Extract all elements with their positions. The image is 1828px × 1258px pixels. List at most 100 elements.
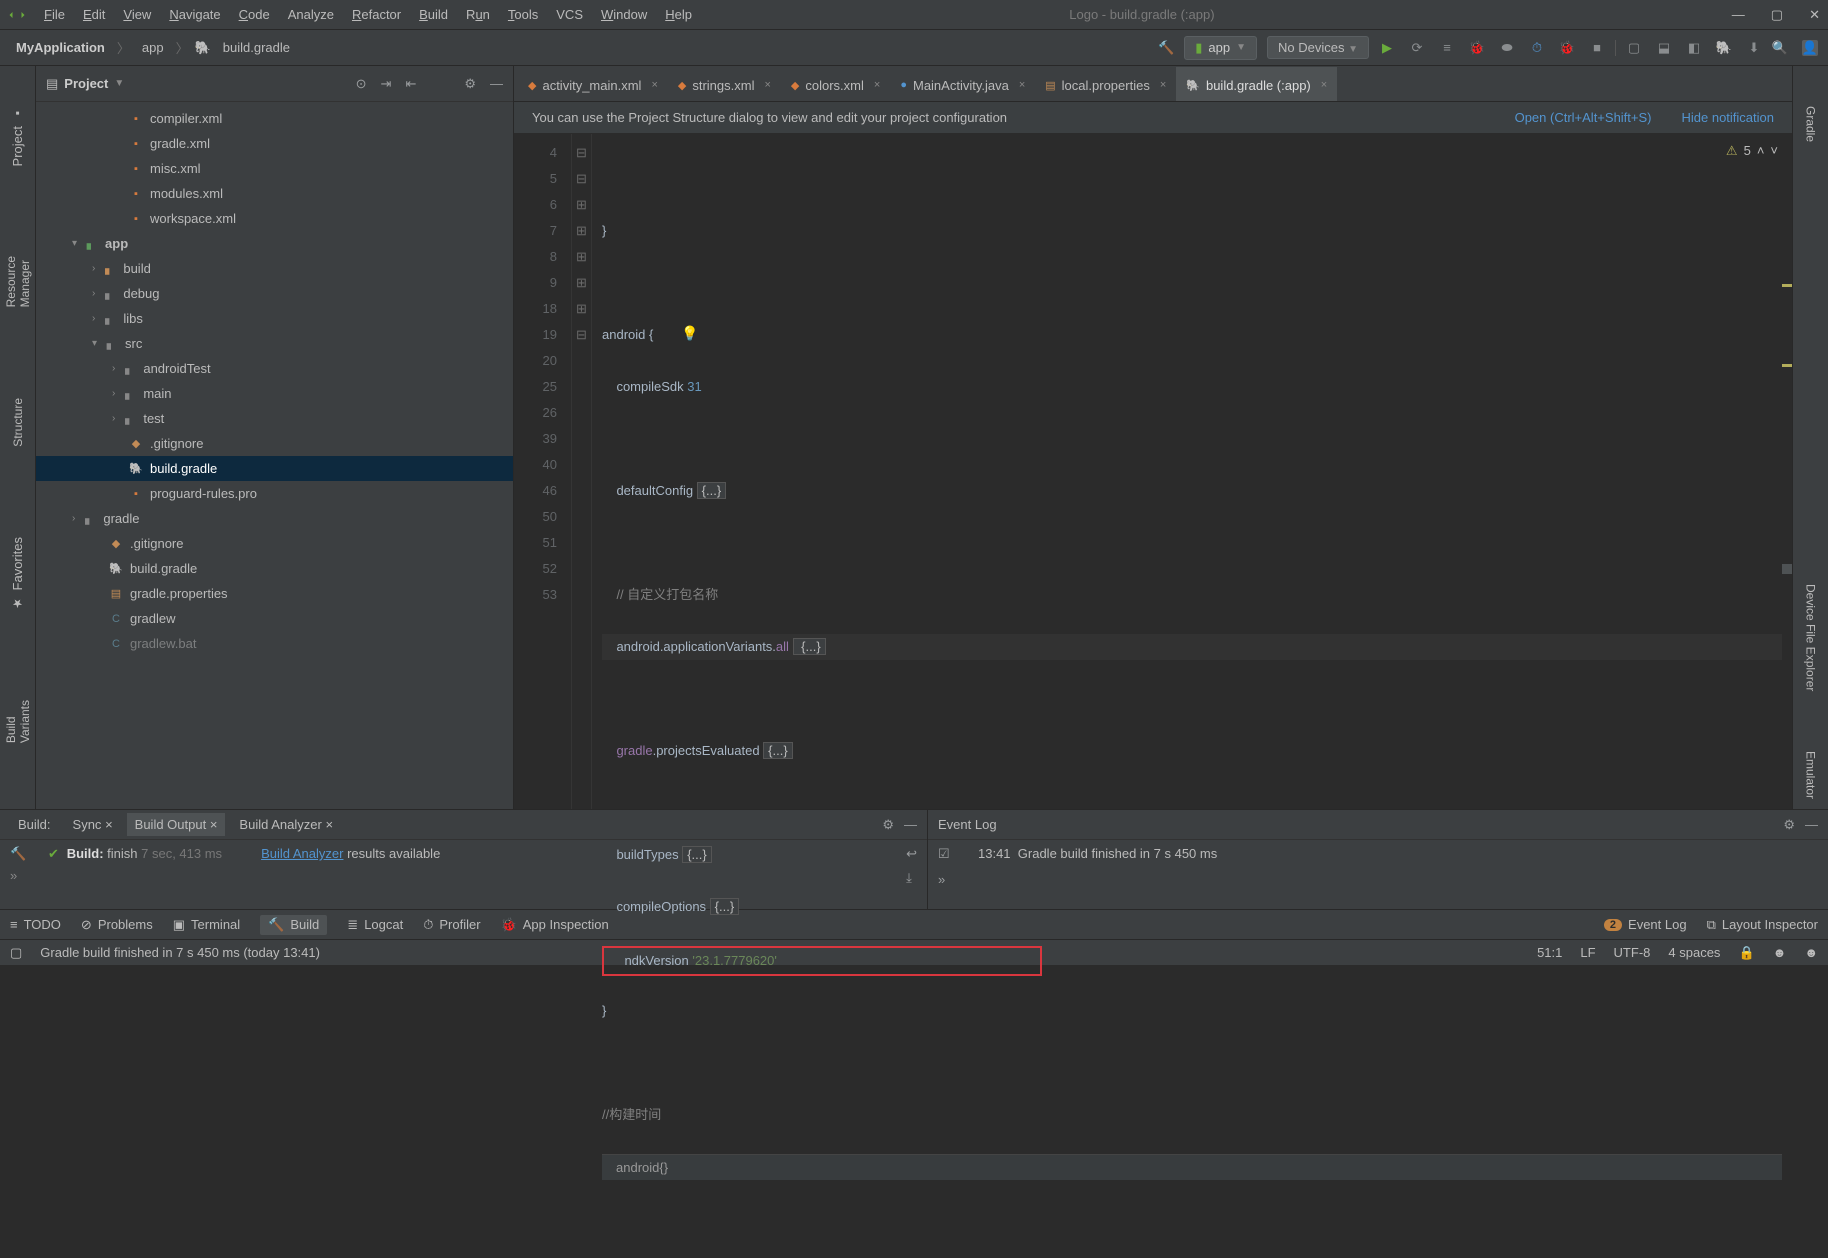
build-tab-analyzer[interactable]: Build Analyzer × <box>231 813 341 836</box>
crumb-project[interactable]: MyApplication <box>10 38 111 57</box>
close-icon[interactable]: × <box>651 79 657 91</box>
search-everywhere-icon[interactable]: 🔍 <box>1772 40 1788 56</box>
tab-logcat[interactable]: ≣ Logcat <box>347 917 403 933</box>
close-icon[interactable]: × <box>325 817 333 832</box>
close-icon[interactable]: × <box>764 79 770 91</box>
build-analyzer-link[interactable]: Build Analyzer <box>261 846 343 861</box>
menu-file[interactable]: File <box>44 7 65 22</box>
open-project-structure-link[interactable]: Open (Ctrl+Alt+Shift+S) <box>1515 110 1652 125</box>
project-tree[interactable]: ▪compiler.xml▪gradle.xml▪misc.xml▪module… <box>36 102 513 809</box>
tree-arrow-icon[interactable]: › <box>112 388 115 399</box>
close-icon[interactable]: × <box>874 79 880 91</box>
hide-notification-link[interactable]: Hide notification <box>1682 110 1775 125</box>
device-selector[interactable]: No Devices ▼ <box>1267 36 1369 59</box>
avd-manager-icon[interactable]: ▢ <box>1626 40 1642 56</box>
expand-icon[interactable]: ⇤ <box>405 76 416 92</box>
editor-tab[interactable]: ▤local.properties× <box>1035 67 1176 101</box>
build-tab-sync[interactable]: Sync × <box>65 813 121 836</box>
tab-problems[interactable]: ⊘ Problems <box>81 917 153 933</box>
code-editor[interactable]: ⚠ 5 ˄ ˅ 💡 } android { compileSdk 31 defa… <box>592 134 1792 809</box>
tree-row[interactable]: ▪gradle.xml <box>36 131 513 156</box>
chevron-up-icon[interactable]: ˄ <box>1757 138 1765 164</box>
tree-row[interactable]: ›▖main <box>36 381 513 406</box>
tree-row[interactable]: ◆.gitignore <box>36 431 513 456</box>
tab-resource-manager[interactable]: Resource Manager <box>4 256 32 307</box>
close-icon[interactable]: × <box>1019 79 1025 91</box>
line-number-gutter[interactable]: 456789181920252639404650515253 <box>514 134 572 809</box>
tree-row[interactable]: ◆.gitignore <box>36 531 513 556</box>
more-icon[interactable]: » <box>10 868 48 883</box>
tree-row[interactable]: Cgradlew <box>36 606 513 631</box>
window-minimize[interactable]: — <box>1732 7 1745 22</box>
tree-row[interactable]: 🐘build.gradle <box>36 556 513 581</box>
tree-row[interactable]: ▪misc.xml <box>36 156 513 181</box>
apply-changes-icon[interactable]: ⟳ <box>1409 40 1425 56</box>
editor-tab[interactable]: ◆activity_main.xml× <box>518 67 668 101</box>
face-icon[interactable]: ☻ <box>1804 945 1818 960</box>
tree-row[interactable]: ›▖libs <box>36 306 513 331</box>
window-maximize[interactable]: ▢ <box>1771 7 1783 23</box>
tree-arrow-icon[interactable]: ▾ <box>72 238 77 249</box>
tree-arrow-icon[interactable]: › <box>112 363 115 374</box>
menu-run[interactable]: Run <box>466 7 490 22</box>
tree-row[interactable]: Cgradlew.bat <box>36 631 513 656</box>
tree-row[interactable]: ›▖androidTest <box>36 356 513 381</box>
tab-emulator[interactable]: Emulator <box>1804 751 1818 799</box>
fold-gutter[interactable]: ⊟⊟⊞⊞⊞⊞⊞⊟ <box>572 134 592 809</box>
tab-favorites[interactable]: ★ Favorites <box>10 537 25 610</box>
menu-navigate[interactable]: Navigate <box>169 7 220 22</box>
sync-project-icon[interactable]: 🐘 <box>1716 40 1732 56</box>
hide-panel-icon[interactable]: — <box>490 76 503 92</box>
build-tab-output[interactable]: Build Output × <box>127 813 226 836</box>
tree-row[interactable]: ▪compiler.xml <box>36 106 513 131</box>
tab-todo[interactable]: ≡ TODO <box>10 917 61 932</box>
gear-icon[interactable]: ⚙ <box>1783 817 1795 833</box>
tree-arrow-icon[interactable]: › <box>72 513 75 524</box>
apply-code-icon[interactable]: ≡ <box>1439 40 1455 56</box>
tree-arrow-icon[interactable]: › <box>92 288 95 299</box>
window-close[interactable]: ✕ <box>1809 7 1820 23</box>
tab-structure[interactable]: Structure <box>11 398 25 447</box>
tree-arrow-icon[interactable]: › <box>112 413 115 424</box>
user-icon[interactable]: 👤 <box>1802 40 1818 56</box>
menu-tools[interactable]: Tools <box>508 7 538 22</box>
tree-row[interactable]: ›▖test <box>36 406 513 431</box>
tree-arrow-icon[interactable]: ▾ <box>92 338 97 349</box>
project-view-title[interactable]: Project <box>64 76 108 91</box>
menu-analyze[interactable]: Analyze <box>288 7 334 22</box>
hammer-icon[interactable]: 🔨 <box>1158 40 1174 56</box>
intention-bulb-icon[interactable]: 💡 <box>681 320 698 346</box>
error-stripe[interactable] <box>1782 134 1792 809</box>
settings-icon[interactable]: ⚙ <box>464 76 476 92</box>
tree-row[interactable]: ›▖gradle <box>36 506 513 531</box>
tab-profiler[interactable]: ⏱ Profiler <box>423 917 480 933</box>
tree-row[interactable]: 🐘build.gradle <box>36 456 513 481</box>
locate-file-icon[interactable]: ⊙ <box>356 76 367 92</box>
menu-edit[interactable]: Edit <box>83 7 105 22</box>
menu-window[interactable]: Window <box>601 7 647 22</box>
editor-tab[interactable]: 🐘build.gradle (:app)× <box>1176 67 1337 101</box>
coverage-icon[interactable]: ⬬ <box>1499 40 1515 56</box>
status-message-icon[interactable]: ▢ <box>10 945 22 961</box>
chevron-down-icon[interactable]: ˅ <box>1770 138 1778 164</box>
tab-gradle[interactable]: Gradle <box>1804 106 1818 142</box>
inspection-indicator[interactable]: ⚠ 5 ˄ ˅ <box>1726 138 1778 164</box>
download-icon[interactable]: ⬇ <box>1746 40 1762 56</box>
tree-row[interactable]: ›▖build <box>36 256 513 281</box>
tab-device-file-explorer[interactable]: Device File Explorer <box>1804 584 1818 691</box>
close-icon[interactable]: × <box>105 817 113 832</box>
tree-arrow-icon[interactable]: › <box>92 313 95 324</box>
run-button[interactable]: ▶ <box>1379 40 1395 56</box>
menu-vcs[interactable]: VCS <box>556 7 583 22</box>
tree-row[interactable]: ▪proguard-rules.pro <box>36 481 513 506</box>
tree-row[interactable]: ›▖debug <box>36 281 513 306</box>
close-icon[interactable]: × <box>1321 79 1327 91</box>
tab-build[interactable]: 🔨 Build <box>260 915 327 935</box>
tree-row[interactable]: ▾▖app <box>36 231 513 256</box>
sdk-manager-icon[interactable]: ⬓ <box>1656 40 1672 56</box>
editor-tab[interactable]: ◆colors.xml× <box>781 67 890 101</box>
tab-build-variants[interactable]: Build Variants <box>4 700 32 743</box>
close-icon[interactable]: × <box>210 817 218 832</box>
stop-icon[interactable]: ■ <box>1589 40 1605 56</box>
menu-code[interactable]: Code <box>239 7 270 22</box>
